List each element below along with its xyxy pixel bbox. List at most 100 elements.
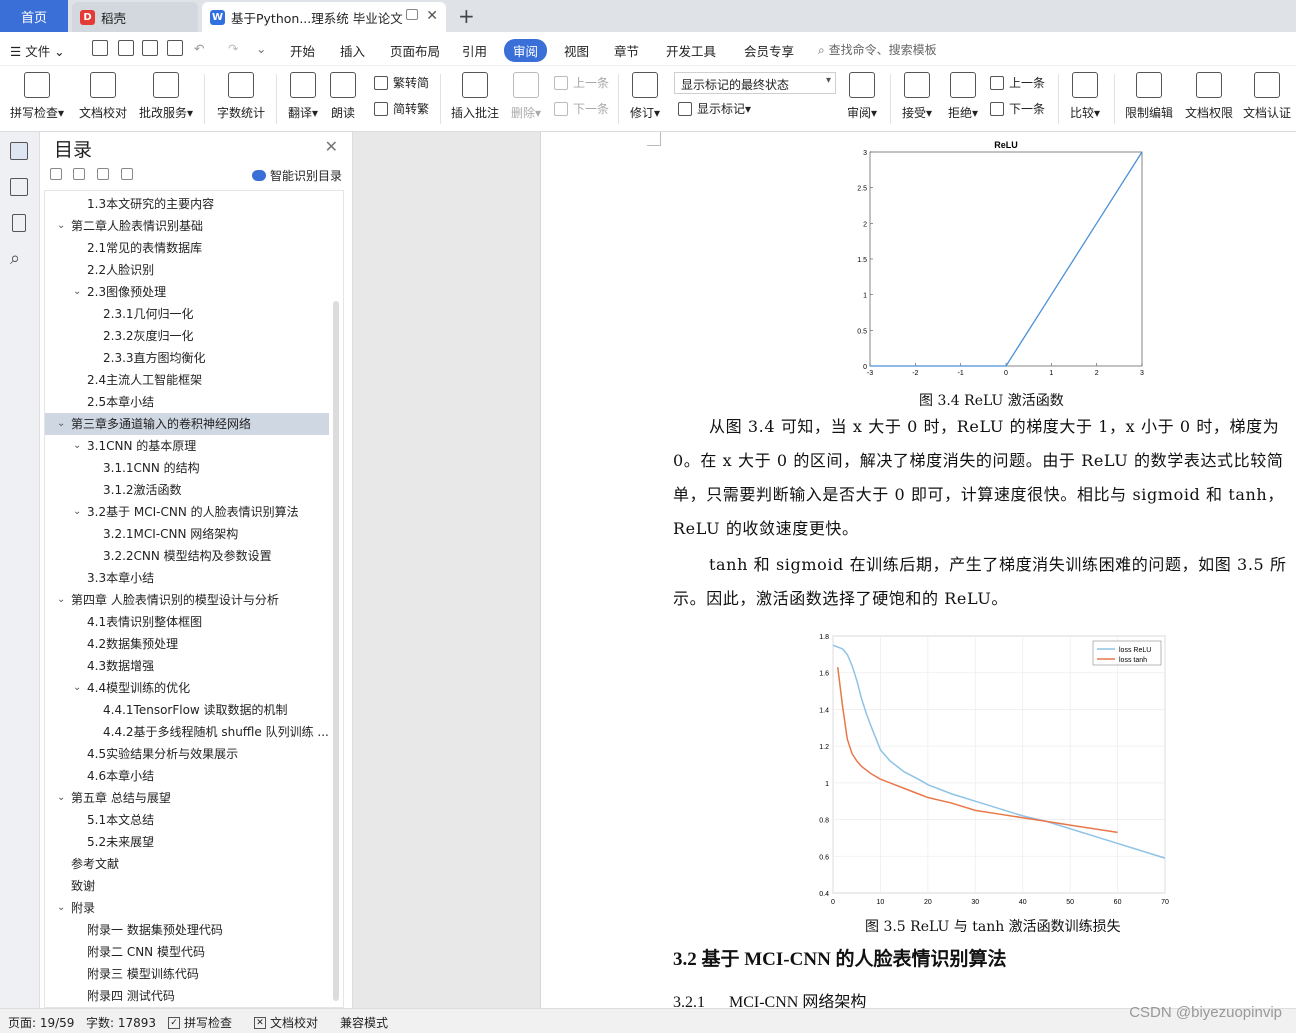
chevron-down-icon[interactable]: ⌄ xyxy=(57,897,65,919)
collapse-all-icon[interactable] xyxy=(50,168,62,180)
smart-toc-button[interactable]: 智能识别目录 xyxy=(251,167,342,184)
reject-button[interactable]: 拒绝▾ xyxy=(944,70,982,121)
toc-item[interactable]: 附录三 模型训练代码 xyxy=(45,963,329,985)
chevron-down-icon[interactable]: ⌄ xyxy=(73,677,81,699)
toc-item[interactable]: ⌄ 4.4模型训练的优化 xyxy=(45,677,329,699)
new-tab-button[interactable]: + xyxy=(458,4,475,28)
compare-button[interactable]: 比较▾ xyxy=(1066,70,1104,121)
undo-icon[interactable]: ↶ xyxy=(194,41,204,56)
toc-item[interactable]: 2.1常见的表情数据库 xyxy=(45,237,329,259)
search-icon[interactable]: ⌕ xyxy=(10,248,20,269)
menu-tab[interactable]: 开始 xyxy=(290,41,315,60)
toc-item[interactable]: ⌄ 第三章多通道输入的卷积神经网络 xyxy=(45,413,329,435)
toc-item[interactable]: ⌄ 3.2基于 MCI-CNN 的人脸表情识别算法 xyxy=(45,501,329,523)
toc-scrollbar[interactable] xyxy=(333,301,339,1001)
menu-tab[interactable]: 审阅 xyxy=(504,39,548,62)
spell-check-button[interactable]: 拼写检查▾ xyxy=(8,70,66,121)
tab-docer[interactable]: D 稻壳 xyxy=(72,2,198,32)
toc-item[interactable]: 参考文献 xyxy=(45,853,329,875)
toc-item[interactable]: 致谢 xyxy=(45,875,329,897)
show-markup-button[interactable]: 显示标记 ▾ xyxy=(678,100,751,117)
toc-item[interactable]: 4.5实验结果分析与效果展示 xyxy=(45,743,329,765)
chevron-down-icon[interactable]: ⌄ xyxy=(73,435,81,457)
batch-service-button[interactable]: 批改服务▾ xyxy=(137,70,195,121)
close-icon[interactable]: ✕ xyxy=(325,137,338,156)
accept-button[interactable]: 接受▾ xyxy=(898,70,936,121)
trad-to-simp-button[interactable]: 繁转简 xyxy=(374,74,429,91)
translate-button[interactable]: 翻译▾ xyxy=(284,70,322,121)
add-heading-icon[interactable] xyxy=(97,168,109,180)
remove-heading-icon[interactable] xyxy=(121,168,133,180)
toc-item[interactable]: 4.6本章小结 xyxy=(45,765,329,787)
chevron-down-icon[interactable]: ⌄ xyxy=(57,787,65,809)
tab-home[interactable]: 首页 xyxy=(0,0,68,32)
page-indicator[interactable]: 页面: 19/59 xyxy=(8,1014,74,1031)
toc-item[interactable]: 4.4.1TensorFlow 读取数据的机制 xyxy=(45,699,329,721)
toc-item[interactable]: 附录四 测试代码 xyxy=(45,985,329,1007)
track-changes-button[interactable]: 修订▾ xyxy=(626,70,664,121)
chevron-down-icon[interactable]: ⌄ xyxy=(57,215,65,237)
toc-item[interactable]: 2.3.2灰度归一化 xyxy=(45,325,329,347)
toc-item[interactable]: 5.2未来展望 xyxy=(45,831,329,853)
insert-comment-button[interactable]: 插入批注 xyxy=(448,70,502,121)
review-pane-button[interactable]: 审阅▾ xyxy=(844,70,880,121)
toc-item[interactable]: ⌄ 3.1CNN 的基本原理 xyxy=(45,435,329,457)
menu-tab[interactable]: 视图 xyxy=(564,41,589,60)
read-aloud-button[interactable]: 朗读 xyxy=(328,70,358,121)
simp-to-trad-button[interactable]: 简转繁 xyxy=(374,100,429,117)
toc-item[interactable]: 1.3本文研究的主要内容 xyxy=(45,193,329,215)
toc-item[interactable]: ⌄ 2.3图像预处理 xyxy=(45,281,329,303)
delete-comment-button[interactable]: 删除▾ xyxy=(508,70,544,121)
next-comment-button[interactable]: 下一条 xyxy=(554,100,609,117)
chapter-nav-icon[interactable] xyxy=(10,178,28,196)
doc-permission-button[interactable]: 文档权限 xyxy=(1182,70,1236,121)
toc-item[interactable]: 4.4.2基于多线程随机 shuffle 队列训练 ... xyxy=(45,721,329,743)
bookmark-icon[interactable] xyxy=(12,214,26,232)
menu-tab[interactable]: 页面布局 xyxy=(390,41,440,60)
tab-document[interactable]: W 基于Python...理系统 毕业论文 ✕ xyxy=(202,2,446,32)
menu-tab[interactable]: 开发工具 xyxy=(666,41,716,60)
prev-change-button[interactable]: 上一条 xyxy=(990,74,1045,91)
chevron-down-icon[interactable]: ⌄ xyxy=(57,589,65,611)
toc-item[interactable]: 4.1表情识别整体框图 xyxy=(45,611,329,633)
toc-item[interactable]: 附录一 数据集预处理代码 xyxy=(45,919,329,941)
proofread-button[interactable]: 文档校对 xyxy=(76,70,130,121)
toc-item[interactable]: 3.1.2激活函数 xyxy=(45,479,329,501)
print-preview-icon[interactable] xyxy=(167,40,183,56)
expand-up-icon[interactable] xyxy=(73,168,85,180)
next-change-button[interactable]: 下一条 xyxy=(990,100,1045,117)
toc-item[interactable]: 3.3本章小结 xyxy=(45,567,329,589)
toc-item[interactable]: 4.2数据集预处理 xyxy=(45,633,329,655)
chevron-down-icon[interactable]: ⌄ xyxy=(57,413,65,435)
toc-item[interactable]: 4.3数据增强 xyxy=(45,655,329,677)
toc-item[interactable]: 2.4主流人工智能框架 xyxy=(45,369,329,391)
prev-comment-button[interactable]: 上一条 xyxy=(554,74,609,91)
chevron-down-icon[interactable]: ⌄ xyxy=(73,501,81,523)
toc-icon[interactable] xyxy=(10,142,28,160)
toc-item[interactable]: ⌄ 附录 xyxy=(45,897,329,919)
toc-item[interactable]: 3.2.1MCI-CNN 网络架构 xyxy=(45,523,329,545)
menu-tab[interactable]: 插入 xyxy=(340,41,365,60)
screen-icon[interactable] xyxy=(406,9,418,20)
quick-access-dropdown-icon[interactable]: ⌄ xyxy=(256,41,266,56)
toc-item[interactable]: 2.3.3直方图均衡化 xyxy=(45,347,329,369)
toc-item[interactable]: 3.2.2CNN 模型结构及参数设置 xyxy=(45,545,329,567)
toc-item[interactable]: ⌄ 第五章 总结与展望 xyxy=(45,787,329,809)
menu-tab[interactable]: 章节 xyxy=(614,41,639,60)
print-icon[interactable] xyxy=(142,40,158,56)
toc-item[interactable]: 附录二 CNN 模型代码 xyxy=(45,941,329,963)
word-count[interactable]: 字数: 17893 xyxy=(86,1014,156,1031)
save-icon[interactable] xyxy=(92,40,108,56)
toc-item[interactable]: 3.1.1CNN 的结构 xyxy=(45,457,329,479)
file-menu[interactable]: ☰ 文件 ⌄ xyxy=(10,41,65,60)
restrict-editing-button[interactable]: 限制编辑 xyxy=(1122,70,1176,121)
doc-certify-button[interactable]: 文档认证 xyxy=(1240,70,1294,121)
close-icon[interactable]: ✕ xyxy=(426,8,438,24)
menu-tab[interactable]: 引用 xyxy=(462,41,487,60)
toc-item[interactable]: ⌄ 第二章人脸表情识别基础 xyxy=(45,215,329,237)
redo-icon[interactable]: ↷ xyxy=(228,41,238,56)
command-search[interactable]: ⌕ 查找命令、搜索模板 xyxy=(818,41,937,58)
chevron-down-icon[interactable]: ⌄ xyxy=(73,281,81,303)
export-icon[interactable] xyxy=(118,40,134,56)
toc-item[interactable]: 5.1本文总结 xyxy=(45,809,329,831)
